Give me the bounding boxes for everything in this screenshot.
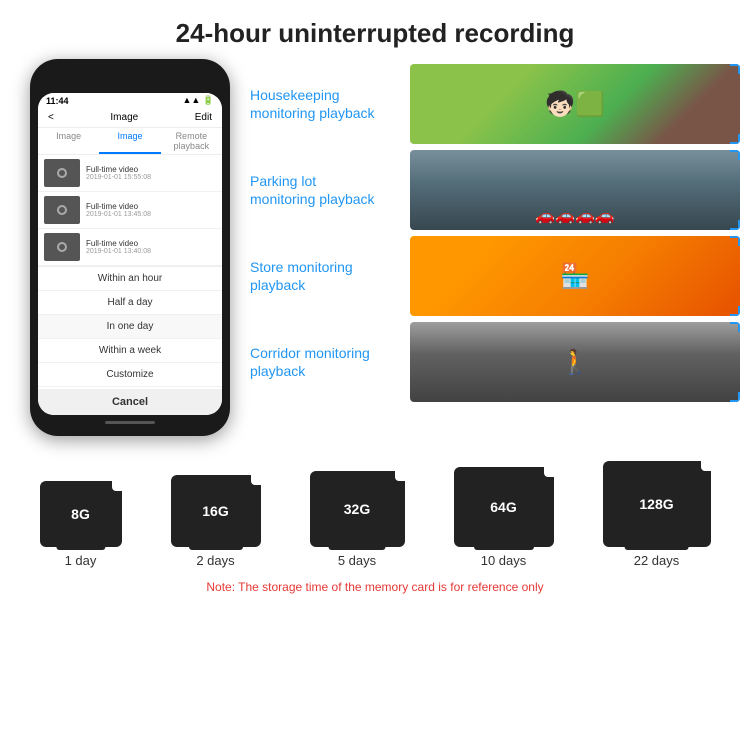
phone-tab-image[interactable]: Image (38, 128, 99, 154)
phone-dropdown: Within an hour Half a day In one day Wit… (38, 266, 222, 415)
thumb-icon-3 (57, 242, 67, 252)
sd-days-2: 2 days (196, 553, 234, 568)
phone-tab-remote[interactable]: Remote playback (161, 128, 222, 154)
page-title: 24-hour uninterrupted recording (0, 0, 750, 59)
sd-card-2: 16G (171, 475, 261, 547)
store-image: 🏪 (410, 236, 740, 316)
dropdown-item-1[interactable]: Within an hour (38, 267, 222, 291)
monitoring-label-3: Store monitoringplayback (250, 258, 410, 294)
monitoring-row-4: Corridor monitoringplayback 🚶 (250, 322, 740, 402)
monitoring-label-1: Housekeepingmonitoring playback (250, 86, 410, 122)
sd-notch-3 (395, 471, 405, 481)
thumb-3 (44, 233, 80, 261)
cancel-button[interactable]: Cancel (38, 389, 222, 415)
sd-days-1: 1 day (65, 553, 97, 568)
phone-nav-edit[interactable]: Edit (195, 112, 212, 123)
thumb-icon-1 (57, 168, 67, 178)
phone-nav-bar: < Image Edit (38, 108, 222, 128)
sd-label-3: 32G (338, 493, 376, 525)
phone-screen: 11:44 ▲▲ 🔋 < Image Edit Image Image Remo… (38, 93, 222, 415)
item-title-1: Full-time video (86, 165, 151, 174)
sd-card-item-1: 8G 1 day (40, 481, 122, 568)
sd-notch-4 (544, 467, 554, 477)
main-content: 11:44 ▲▲ 🔋 < Image Edit Image Image Remo… (0, 59, 750, 446)
item-sub-1: 2019-01-01 15:55:08 (86, 174, 151, 181)
sd-card-item-2: 16G 2 days (171, 475, 261, 568)
sd-card-1: 8G (40, 481, 122, 547)
corridor-image: 🚶 (410, 322, 740, 402)
sd-notch-2 (251, 475, 261, 485)
phone-tabs: Image Image Remote playback (38, 128, 222, 155)
parking-image: 🚗🚗🚗🚗 (410, 150, 740, 230)
sd-label-1: 8G (65, 498, 96, 530)
phone-mockup: 11:44 ▲▲ 🔋 < Image Edit Image Image Remo… (20, 59, 240, 436)
corner-bracket-top-3 (730, 236, 740, 246)
sd-days-3: 5 days (338, 553, 376, 568)
sd-notch-5 (701, 461, 711, 471)
item-text-2: Full-time video 2019-01-01 13:45:08 (86, 202, 151, 218)
monitoring-img-2: 🚗🚗🚗🚗 (410, 150, 740, 230)
phone-nav-back[interactable]: < (48, 112, 54, 123)
sd-card-item-3: 32G 5 days (310, 471, 405, 568)
monitoring-img-1: 🧒🏻🟩 (410, 64, 740, 144)
monitoring-img-3: 🏪 (410, 236, 740, 316)
phone-home-indicator (105, 421, 155, 424)
corner-bracket-2 (730, 220, 740, 230)
sd-days-5: 22 days (634, 553, 680, 568)
item-title-3: Full-time video (86, 239, 151, 248)
housekeeping-image: 🧒🏻🟩 (410, 64, 740, 144)
phone-status-bar: 11:44 ▲▲ 🔋 (38, 93, 222, 108)
phone-time: 11:44 (46, 96, 69, 106)
sd-label-2: 16G (196, 495, 234, 527)
phone-nav-title: Image (110, 112, 138, 123)
sd-label-5: 128G (633, 488, 679, 520)
sd-card-item-5: 128G 22 days (603, 461, 711, 568)
sd-card-5: 128G (603, 461, 711, 547)
monitoring-img-4: 🚶 (410, 322, 740, 402)
sd-card-4: 64G (454, 467, 554, 547)
sd-days-4: 10 days (481, 553, 527, 568)
monitoring-label-4: Corridor monitoringplayback (250, 344, 410, 380)
phone-tab-image2[interactable]: Image (99, 128, 160, 154)
item-sub-3: 2019-01-01 13:40:08 (86, 248, 151, 255)
sd-card-item-4: 64G 10 days (454, 467, 554, 568)
list-item-1: Full-time video 2019-01-01 15:55:08 (38, 155, 222, 192)
monitoring-row-2: Parking lotmonitoring playback 🚗🚗🚗🚗 (250, 150, 740, 230)
dropdown-item-5[interactable]: Customize (38, 363, 222, 387)
corner-bracket-4 (730, 392, 740, 402)
phone-signals: ▲▲ 🔋 (182, 95, 214, 106)
phone-notch (90, 71, 170, 89)
list-item-3: Full-time video 2019-01-01 13:40:08 (38, 229, 222, 266)
monitoring-row-3: Store monitoringplayback 🏪 (250, 236, 740, 316)
sd-card-3: 32G (310, 471, 405, 547)
item-sub-2: 2019-01-01 13:45:08 (86, 211, 151, 218)
right-section: Housekeepingmonitoring playback 🧒🏻🟩 Park… (250, 59, 740, 436)
dropdown-item-3[interactable]: In one day (38, 315, 222, 339)
corner-bracket-1 (730, 134, 740, 144)
list-item-2: Full-time video 2019-01-01 13:45:08 (38, 192, 222, 229)
thumb-1 (44, 159, 80, 187)
item-title-2: Full-time video (86, 202, 151, 211)
item-text-3: Full-time video 2019-01-01 13:40:08 (86, 239, 151, 255)
sd-label-4: 64G (484, 491, 522, 523)
item-text-1: Full-time video 2019-01-01 15:55:08 (86, 165, 151, 181)
bottom-section: 8G 1 day 16G 2 days 32G 5 days 64G 10 da… (0, 446, 750, 607)
note-text: Note: The storage time of the memory car… (15, 574, 735, 602)
corner-bracket-3 (730, 306, 740, 316)
corner-bracket-top-2 (730, 150, 740, 160)
corner-bracket-top-1 (730, 64, 740, 74)
thumb-icon-2 (57, 205, 67, 215)
phone-outer: 11:44 ▲▲ 🔋 < Image Edit Image Image Remo… (30, 59, 230, 436)
sd-notch-1 (112, 481, 122, 491)
dropdown-item-4[interactable]: Within a week (38, 339, 222, 363)
monitoring-row-1: Housekeepingmonitoring playback 🧒🏻🟩 (250, 64, 740, 144)
monitoring-label-2: Parking lotmonitoring playback (250, 172, 410, 208)
sd-cards-row: 8G 1 day 16G 2 days 32G 5 days 64G 10 da… (15, 461, 735, 568)
dropdown-item-2[interactable]: Half a day (38, 291, 222, 315)
corner-bracket-top-4 (730, 322, 740, 332)
thumb-2 (44, 196, 80, 224)
